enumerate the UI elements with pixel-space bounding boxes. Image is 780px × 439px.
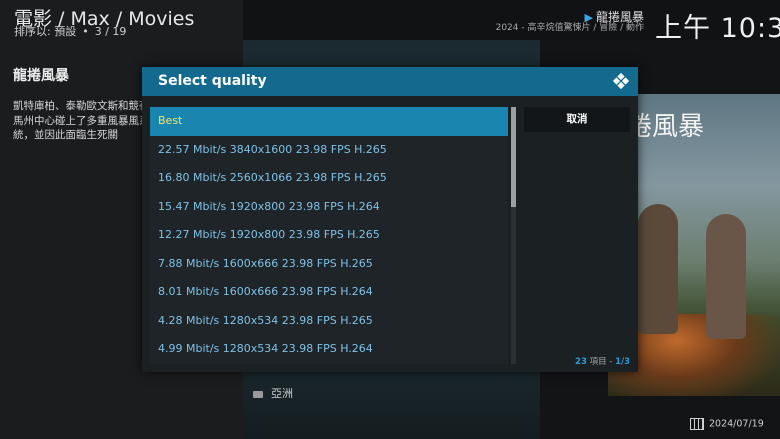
sort-label: 排序以: 預設: [14, 25, 77, 38]
scrollbar-thumb[interactable]: [511, 107, 516, 207]
quality-option[interactable]: 12.27 Mbit/s 1920x800 23.98 FPS H.265: [150, 221, 508, 250]
quality-option[interactable]: 4.99 Mbit/s 1280x534 23.98 FPS H.264: [150, 335, 508, 364]
page-indicator: 1/3: [615, 357, 630, 367]
quality-option[interactable]: 16.80 Mbit/s 2560x1066 23.98 FPS H.265: [150, 164, 508, 193]
item-position: 3 / 19: [94, 25, 127, 38]
folder-label: 亞洲: [271, 387, 293, 400]
select-quality-dialog: Select quality Best 22.57 Mbit/s 3840x160…: [142, 67, 638, 372]
count-number: 23: [575, 357, 587, 367]
folder-item[interactable]: 亞洲: [253, 385, 293, 401]
release-date: 2024/07/19: [690, 418, 764, 430]
kodi-logo-icon: [612, 72, 630, 90]
movie-title: 龍捲風暴: [13, 68, 69, 84]
quality-option[interactable]: Best: [150, 107, 508, 136]
quality-option[interactable]: 4.28 Mbit/s 1280x534 23.98 FPS H.265: [150, 306, 508, 335]
now-playing-genre: 2024 - 高辛烷值驚悚片 / 冒險 / 動作: [495, 23, 644, 33]
quality-option[interactable]: 7.88 Mbit/s 1600x666 23.98 FPS H.265: [150, 249, 508, 278]
movie-plot: 凱特庫柏、泰勒歐文斯和競荷馬州中心碰上了多重風暴風系統，並因此面臨生死關: [13, 100, 150, 141]
quality-list: Best 22.57 Mbit/s 3840x1600 23.98 FPS H.2…: [150, 107, 508, 365]
sort-status: 排序以: 預設 • 3 / 19: [14, 23, 126, 39]
clock: 上午 10:3: [655, 13, 780, 44]
quality-option[interactable]: 8.01 Mbit/s 1600x666 23.98 FPS H.264: [150, 278, 508, 307]
date-label: 2024/07/19: [709, 418, 764, 430]
quality-option[interactable]: 22.57 Mbit/s 3840x1600 23.98 FPS H.265: [150, 135, 508, 164]
folder-icon: [253, 390, 263, 398]
quality-option[interactable]: 15.47 Mbit/s 1920x800 23.98 FPS H.264: [150, 192, 508, 221]
poster-figure: [706, 214, 746, 339]
dialog-header: Select quality: [142, 67, 638, 96]
item-count: 23 項目 - 1/3: [575, 355, 630, 367]
cancel-button[interactable]: 取消: [524, 107, 630, 132]
poster-figure: [638, 204, 678, 334]
list-scrollbar[interactable]: [511, 107, 516, 364]
calendar-icon: [690, 418, 704, 430]
dialog-title: Select quality: [158, 73, 267, 89]
separator-dot: •: [82, 25, 89, 38]
count-label: 項目 -: [589, 357, 613, 367]
